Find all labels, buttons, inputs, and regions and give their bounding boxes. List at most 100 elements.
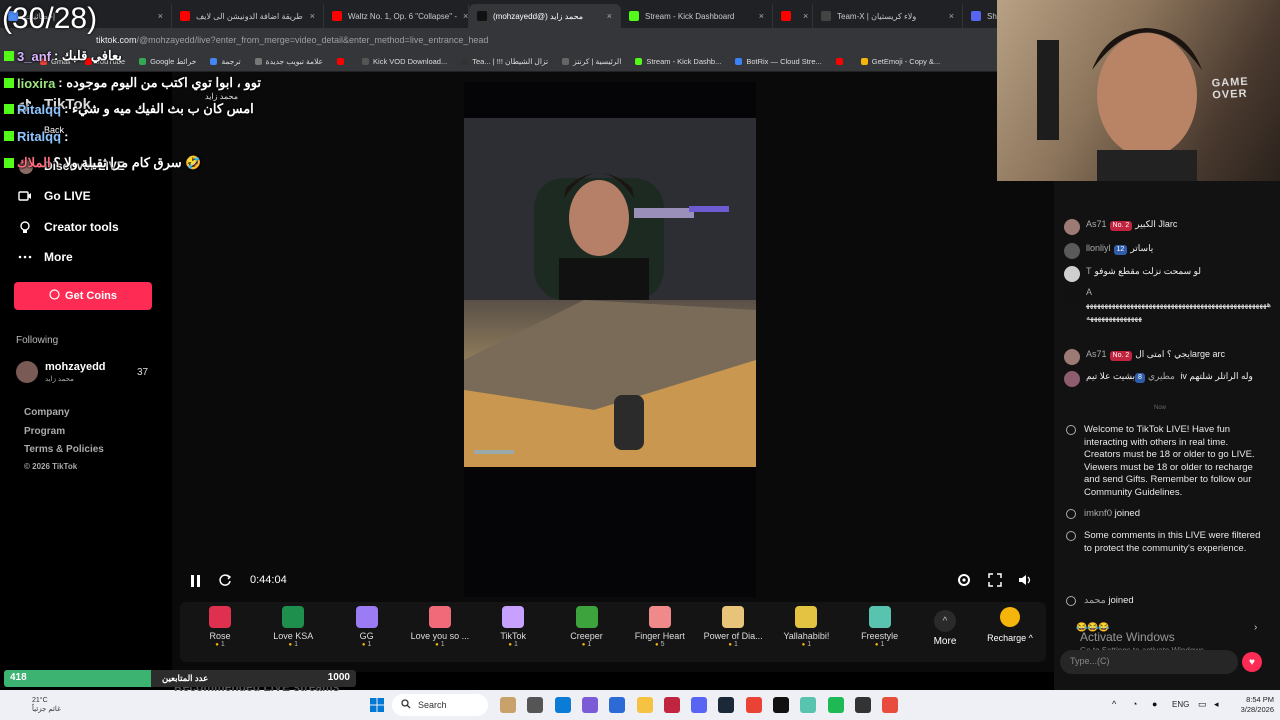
bookmark-item[interactable]: GetEmoji - Copy &... <box>860 57 940 66</box>
taskbar-app-icon[interactable] <box>827 697 844 713</box>
bookmark-item[interactable]: علامة تبويب جديدة <box>254 57 324 66</box>
taskbar-app-icon[interactable] <box>500 697 516 713</box>
avatar[interactable] <box>1064 219 1080 235</box>
bookmark-item[interactable] <box>835 58 847 65</box>
coin-icon <box>49 289 60 303</box>
network-icon[interactable]: ▭ <box>1198 699 1207 710</box>
gift-item[interactable]: Rose1 <box>186 606 254 648</box>
heart-icon[interactable]: ♥ <box>1242 652 1262 672</box>
recharge-button[interactable]: Recharge ^ <box>980 607 1040 643</box>
gift-item[interactable]: Freestyle1 <box>846 606 914 648</box>
join-user[interactable]: محمد <box>1084 595 1106 606</box>
footer-company[interactable]: Company <box>24 407 70 418</box>
taskbar-app-icon[interactable] <box>663 697 680 713</box>
taskbar-app-icon[interactable] <box>882 697 899 713</box>
gift-item[interactable]: Yallahabibi!1 <box>772 606 840 648</box>
close-tab-icon[interactable]: × <box>949 11 954 21</box>
nav-go-live[interactable]: Go LIVE <box>18 189 91 203</box>
gift-item[interactable]: Creeper1 <box>553 606 621 648</box>
browser-tab[interactable]: Waltz No. 1, Op. 6 "Collapse" - × <box>324 4 469 28</box>
volume-icon[interactable] <box>1018 573 1032 592</box>
bookmark-item[interactable]: ترجمة <box>210 57 241 66</box>
join-user[interactable]: imknf0 <box>1084 508 1112 519</box>
follower-target: 1000 <box>327 672 350 683</box>
url-text[interactable]: tiktok.com/@mohzayedd/live?enter_from_me… <box>96 35 488 45</box>
bookmark-item[interactable]: Stream - Kick Dashb... <box>635 57 721 66</box>
bookmark-item[interactable]: BotRix — Cloud Stre... <box>735 57 822 66</box>
clock[interactable]: 8:54 PM 3/28/2026 <box>1230 695 1274 715</box>
bookmark-item[interactable]: Google خرائط <box>139 57 196 66</box>
close-tab-icon[interactable]: × <box>310 11 315 21</box>
following-item-mohzayedd[interactable]: mohzayedd محمد زايد 37 <box>16 358 156 388</box>
taskbar-app-icon[interactable] <box>854 697 871 713</box>
browser-tab[interactable]: Team-X | ولاء كريستيان × <box>813 4 963 28</box>
filtered-message: Some comments in this LIVE were filtered… <box>1066 530 1266 555</box>
browser-tab[interactable]: طريقة اضافة الدونيشن الى لايف × <box>172 4 324 28</box>
chat-input[interactable]: Type...(C) <box>1060 650 1238 674</box>
avatar[interactable] <box>1064 266 1080 282</box>
taskbar-app-icon[interactable] <box>800 697 817 713</box>
volume-icon[interactable]: ◂ <box>1214 699 1219 710</box>
taskbar-app-icon[interactable] <box>773 697 789 713</box>
weather-widget[interactable]: 21°C غائم جزئياً <box>32 696 61 714</box>
footer-program[interactable]: Program <box>24 426 65 437</box>
nav-more[interactable]: More <box>18 250 73 264</box>
chat-username[interactable]: llonliyl <box>1086 243 1111 253</box>
chevron-up-icon[interactable]: ^ <box>1112 699 1116 709</box>
taskbar-app-icon[interactable] <box>745 697 762 713</box>
taskbar-app-icon[interactable] <box>581 697 598 713</box>
browser-tab[interactable]: (mohzayedd@) محمد زايد × <box>469 4 621 28</box>
avatar[interactable] <box>1064 349 1080 365</box>
windows-start-icon[interactable] <box>370 698 384 717</box>
gift-item[interactable]: Love you so ...1 <box>406 606 474 648</box>
gift-price: 1 <box>186 641 254 648</box>
avatar[interactable] <box>1064 243 1080 259</box>
nav-creator-tools[interactable]: Creator tools <box>18 220 119 234</box>
more-gifts-button[interactable]: ^ More <box>930 610 960 647</box>
close-tab-icon[interactable]: × <box>759 11 764 21</box>
bookmark-item[interactable]: Tea... | !!! تزال الشيطان <box>461 57 548 66</box>
bookmark-item[interactable]: Kick VOD Download... <box>362 57 447 66</box>
settings-icon[interactable] <box>957 573 971 592</box>
bookmark-item[interactable]: الرئيسية | كرنتز <box>562 57 621 66</box>
pause-icon[interactable] <box>190 574 202 593</box>
close-tab-icon[interactable]: × <box>158 11 163 21</box>
taskbar-app-icon[interactable] <box>527 697 544 713</box>
close-tab-icon[interactable]: × <box>803 11 808 21</box>
browser-tab[interactable]: Stream - Kick Dashboard × <box>621 4 773 28</box>
close-tab-icon[interactable]: × <box>463 11 468 21</box>
avatar[interactable] <box>1064 371 1080 387</box>
taskbar-app-icon[interactable] <box>636 697 653 713</box>
mic-icon[interactable]: ● <box>1152 699 1157 709</box>
chat-username[interactable]: As71 <box>1086 219 1107 229</box>
chat-username[interactable]: T <box>1086 266 1092 276</box>
overlay-username: Ritalqq <box>17 128 62 144</box>
chevron-right-icon[interactable]: › <box>1254 622 1257 633</box>
overlay-message: : <box>64 128 69 144</box>
gift-price: 1 <box>553 641 621 648</box>
taskbar-search[interactable]: Search <box>392 694 488 716</box>
footer-terms[interactable]: Terms & Policies <box>24 444 104 455</box>
taskbar-app-icon[interactable] <box>718 697 735 713</box>
chat-username[interactable]: مطيري <box>1148 371 1175 381</box>
taskbar-app-icon[interactable] <box>554 697 571 713</box>
bookmark-label: علامة تبويب جديدة <box>265 57 324 66</box>
close-tab-icon[interactable]: × <box>607 11 612 21</box>
chat-username[interactable]: As71 <box>1086 349 1107 359</box>
chat-username[interactable]: A <box>1086 287 1092 297</box>
gift-item[interactable]: Finger Heart5 <box>626 606 694 648</box>
bookmark-item[interactable] <box>337 58 348 65</box>
gift-item[interactable]: Love KSA1 <box>259 606 327 648</box>
fullscreen-icon[interactable] <box>988 573 1002 592</box>
taskbar-app-icon[interactable] <box>609 697 626 713</box>
refresh-icon[interactable] <box>218 573 232 592</box>
gift-item[interactable]: TikTok1 <box>479 606 547 648</box>
wifi-icon[interactable]: ◔ <box>1132 699 1137 709</box>
get-coins-button[interactable]: Get Coins <box>14 282 152 310</box>
gift-item[interactable]: GG1 <box>333 606 401 648</box>
gift-item[interactable]: Power of Dia...1 <box>699 606 767 648</box>
language-indicator[interactable]: ENG <box>1172 700 1189 709</box>
taskbar-app-icon[interactable] <box>691 697 708 713</box>
avatar[interactable] <box>1064 287 1080 303</box>
browser-tab[interactable]: × <box>773 4 813 28</box>
